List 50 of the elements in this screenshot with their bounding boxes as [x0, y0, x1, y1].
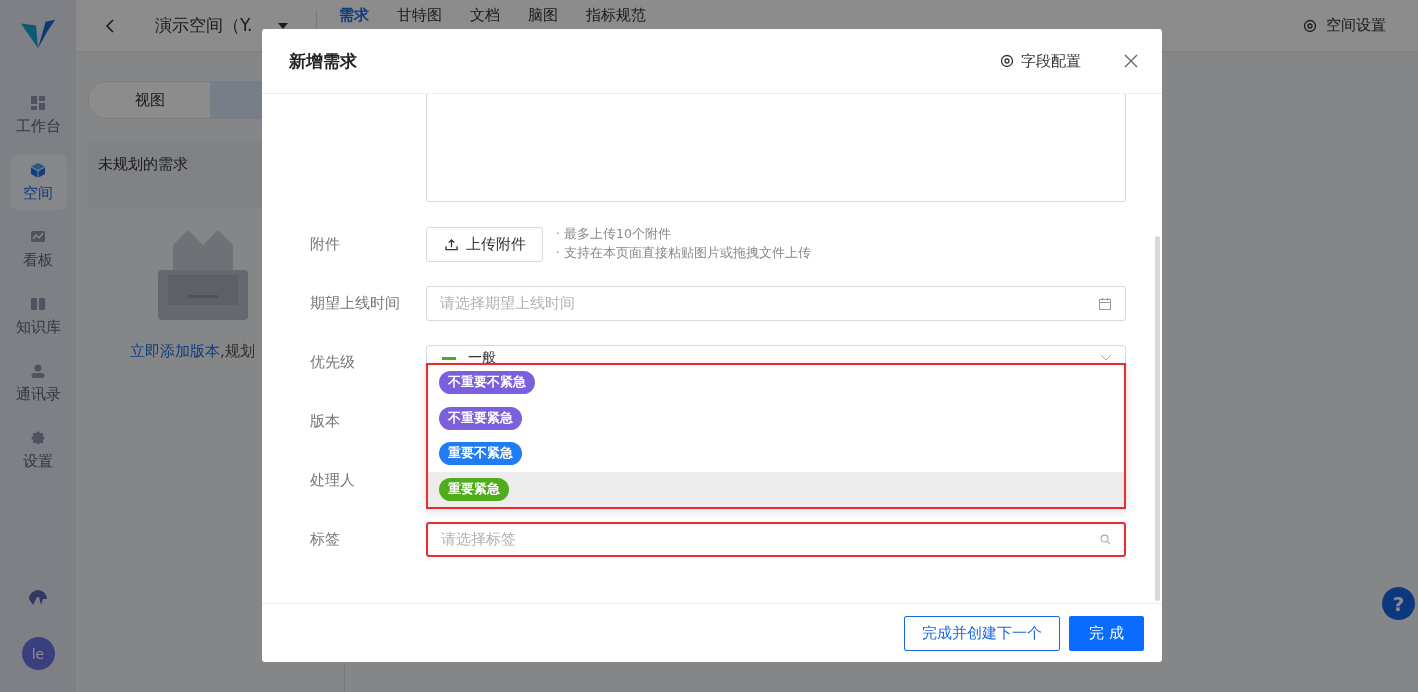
create-next-button[interactable]: 完成并创建下一个 — [904, 615, 1061, 651]
calendar-icon — [1098, 296, 1112, 311]
book-icon — [30, 295, 46, 312]
priority-option[interactable]: 重要紧急 — [428, 471, 1124, 507]
sidebar-item[interactable]: 知识库 — [9, 288, 67, 344]
field-label: 优先级 — [310, 353, 356, 372]
sidebar-item[interactable]: 设置 — [9, 422, 67, 478]
nav-tab[interactable]: 需求 — [339, 0, 370, 24]
sidebar-item[interactable]: 空间 — [9, 154, 67, 210]
upload-button[interactable]: 上传附件 — [426, 226, 543, 262]
nav-tab[interactable]: 甘特图 — [397, 0, 443, 24]
priority-tag: 不重要不紧急 — [439, 371, 535, 395]
done-button[interactable]: 完 成 — [1069, 615, 1144, 651]
field-config-button[interactable]: 字段配置 — [999, 51, 1081, 71]
upload-hint: · 最多上传10个附件 — [556, 226, 672, 243]
close-icon[interactable] — [1124, 54, 1138, 68]
cube-icon — [30, 161, 46, 178]
chart-icon — [30, 228, 46, 245]
nav-tab[interactable]: 文档 — [470, 0, 501, 24]
upload-icon — [445, 237, 458, 251]
nav-tab[interactable]: 脑图 — [528, 0, 559, 24]
help-button[interactable]: ? — [1382, 587, 1415, 620]
upload-hint: · 支持在本页面直接粘贴图片或拖拽文件上传 — [556, 245, 811, 262]
nav-tab[interactable]: 指标规范 — [586, 0, 647, 24]
priority-option[interactable]: 重要不紧急 — [428, 436, 1124, 472]
space-name[interactable]: 演示空间（Y. — [155, 14, 253, 37]
search-icon — [1100, 534, 1111, 545]
field-label: 附件 — [310, 234, 341, 254]
priority-tag: 不重要紧急 — [439, 406, 522, 430]
priority-tag: 重要不紧急 — [439, 442, 522, 466]
field-label: 版本 — [310, 412, 341, 431]
chevron-icon — [1100, 354, 1112, 362]
priority-option[interactable]: 不重要紧急 — [428, 400, 1124, 436]
sidebar-item[interactable]: 通讯录 — [9, 355, 67, 411]
field-label: 处理人 — [310, 471, 356, 490]
add-version-link[interactable]: 立即添加版本 — [130, 342, 220, 360]
field-label: 标签 — [310, 530, 341, 549]
empty-hint: ,规划 — [220, 342, 255, 360]
sidebar-item[interactable]: 看板 — [9, 221, 67, 277]
dashboard-icon — [30, 94, 46, 111]
avatar[interactable]: le — [21, 637, 55, 670]
field-label: 期望上线时间 — [310, 294, 401, 313]
sidebar-item[interactable]: 工作台 — [9, 87, 67, 143]
person-icon — [30, 362, 46, 379]
dialog-title: 新增需求 — [289, 49, 357, 73]
segment-tab[interactable]: 视图 — [89, 82, 210, 118]
back-icon[interactable] — [105, 17, 115, 34]
space-settings-button[interactable]: 空间设置 — [1302, 16, 1386, 35]
card-title: 未规划的需求 — [98, 155, 188, 173]
priority-tag: 重要紧急 — [439, 477, 509, 501]
